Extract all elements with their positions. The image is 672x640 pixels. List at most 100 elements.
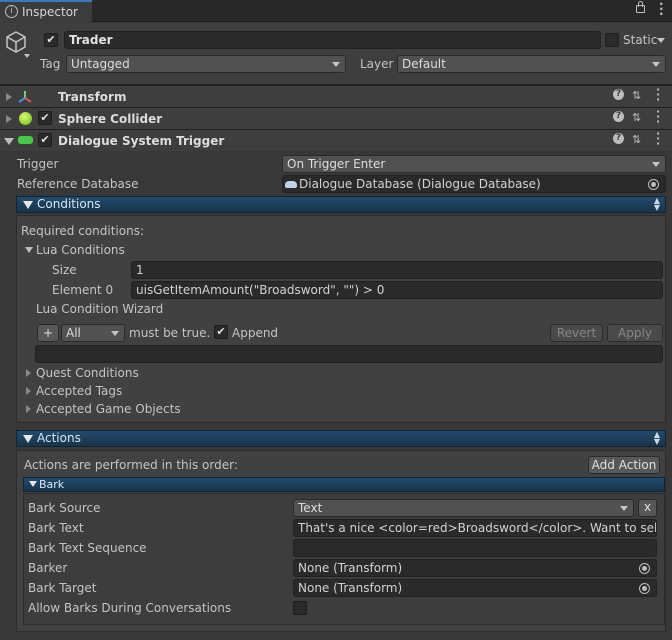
- transform-axes-icon: [18, 91, 32, 103]
- bark-header-label: Bark: [39, 478, 65, 491]
- kebab-menu-icon[interactable]: · · ·: [656, 84, 660, 105]
- barker-label: Barker: [28, 561, 68, 575]
- conditions-section-header[interactable]: Conditions ▲ ▼: [16, 196, 666, 213]
- database-icon: [285, 181, 297, 188]
- component-header-sphere-collider[interactable]: ✔ Sphere Collider ? ⇅ · · ·: [0, 106, 672, 129]
- chevron-down-icon: [111, 331, 119, 336]
- size-field[interactable]: 1: [131, 261, 663, 279]
- kebab-menu-icon[interactable]: · · ·: [656, 106, 660, 127]
- kebab-menu-icon[interactable]: · · ·: [656, 128, 660, 149]
- trigger-value: On Trigger Enter: [287, 157, 386, 171]
- tab-inspector[interactable]: i Inspector: [0, 0, 92, 23]
- bark-target-value: None (Transform): [298, 581, 403, 595]
- chevron-down-icon: [652, 162, 660, 167]
- object-picker-icon[interactable]: [648, 179, 659, 190]
- foldout-expanded-icon: [23, 435, 33, 443]
- barker-field[interactable]: None (Transform): [293, 559, 657, 577]
- lua-conditions-label[interactable]: Lua Conditions: [36, 243, 125, 257]
- tab-bar: [0, 0, 672, 22]
- trigger-dropdown[interactable]: On Trigger Enter: [282, 155, 666, 173]
- foldout-expanded-icon: [23, 201, 33, 209]
- info-icon: i: [5, 5, 18, 18]
- reference-database-value: Dialogue Database (Dialogue Database): [299, 177, 541, 191]
- remove-action-button[interactable]: x: [638, 499, 657, 517]
- icon-dropdown-arrow[interactable]: [24, 54, 30, 58]
- actions-section-header[interactable]: Actions ▲ ▼: [16, 430, 666, 447]
- sort-arrows-icon: ▲ ▼: [653, 196, 660, 212]
- bark-target-field[interactable]: None (Transform): [293, 579, 657, 597]
- actions-section-label: Actions: [37, 431, 81, 445]
- apply-button[interactable]: Apply: [607, 324, 663, 342]
- all-value: All: [66, 326, 81, 340]
- reference-database-label: Reference Database: [17, 177, 139, 191]
- quest-conditions-label[interactable]: Quest Conditions: [36, 366, 139, 380]
- layer-dropdown[interactable]: Default: [397, 55, 666, 73]
- bark-text-sequence-field[interactable]: [293, 539, 657, 557]
- bark-text-field[interactable]: That's a nice <color=red>Broadsword</col…: [293, 519, 657, 537]
- bark-source-label: Bark Source: [28, 501, 101, 515]
- component-enabled-checkbox[interactable]: ✔: [38, 133, 52, 147]
- static-dropdown-arrow[interactable]: [657, 38, 665, 43]
- component-header-transform[interactable]: Transform ? ⇅ · · ·: [0, 84, 672, 107]
- foldout-expanded-icon: [29, 481, 37, 487]
- allow-barks-checkbox[interactable]: [293, 601, 307, 615]
- element-0-field[interactable]: uisGetItemAmount("Broadsword", "") > 0: [131, 281, 663, 299]
- barker-value: None (Transform): [298, 561, 403, 575]
- component-name: Dialogue System Trigger: [58, 134, 225, 148]
- accepted-tags-label[interactable]: Accepted Tags: [36, 384, 122, 398]
- preset-sliders-icon[interactable]: ⇅: [632, 89, 641, 103]
- component-enabled-checkbox[interactable]: ✔: [38, 111, 52, 125]
- foldout-collapsed-icon[interactable]: [26, 387, 31, 395]
- foldout-collapsed-icon[interactable]: [6, 93, 12, 101]
- tag-value: Untagged: [71, 57, 130, 71]
- append-checkbox[interactable]: ✔: [214, 325, 228, 339]
- preset-sliders-icon[interactable]: ⇅: [632, 133, 641, 147]
- foldout-collapsed-icon[interactable]: [26, 369, 31, 377]
- foldout-expanded-icon[interactable]: [25, 247, 33, 253]
- tab-label: Inspector: [22, 5, 78, 19]
- conditions-section-label: Conditions: [37, 197, 101, 211]
- add-action-button[interactable]: Add Action: [588, 456, 660, 474]
- foldout-expanded-icon[interactable]: [4, 138, 14, 145]
- object-picker-icon[interactable]: [639, 563, 650, 574]
- reference-database-field[interactable]: Dialogue Database (Dialogue Database): [282, 175, 666, 193]
- active-checkbox[interactable]: ✔: [44, 33, 58, 47]
- lua-code-preview-field[interactable]: [35, 345, 663, 363]
- preset-sliders-icon[interactable]: ⇅: [632, 111, 641, 125]
- bark-target-label: Bark Target: [28, 581, 97, 595]
- foldout-collapsed-icon[interactable]: [26, 405, 31, 413]
- foldout-collapsed-icon[interactable]: [6, 115, 12, 123]
- bark-header[interactable]: Bark: [23, 477, 665, 492]
- add-condition-button[interactable]: +: [37, 324, 59, 342]
- kebab-menu-icon[interactable]: · · ·: [659, 0, 664, 20]
- gameobject-name-field[interactable]: Trader: [64, 31, 601, 49]
- bark-text-label: Bark Text: [28, 521, 84, 535]
- revert-button[interactable]: Revert: [550, 324, 603, 342]
- all-any-dropdown[interactable]: All: [61, 324, 125, 342]
- bark-source-dropdown[interactable]: Text: [293, 499, 634, 517]
- help-icon[interactable]: ?: [613, 111, 624, 122]
- sphere-collider-icon: [19, 112, 32, 125]
- lua-condition-wizard-label: Lua Condition Wizard: [36, 302, 164, 316]
- allow-barks-label: Allow Barks During Conversations: [28, 601, 232, 615]
- help-icon[interactable]: ?: [613, 89, 624, 100]
- chevron-down-icon: [652, 62, 660, 67]
- element-0-label: Element 0: [52, 283, 114, 297]
- layer-label: Layer: [360, 57, 394, 71]
- help-icon[interactable]: ?: [613, 133, 624, 144]
- component-header-dialogue-system-trigger[interactable]: ✔ Dialogue System Trigger ? ⇅ · · ·: [0, 128, 672, 151]
- component-name: Sphere Collider: [58, 112, 163, 126]
- chevron-down-icon: [620, 506, 628, 511]
- size-label: Size: [52, 263, 77, 277]
- actions-order-label: Actions are performed in this order:: [24, 458, 238, 472]
- layer-value: Default: [402, 57, 446, 71]
- tag-dropdown[interactable]: Untagged: [66, 55, 346, 73]
- tag-label: Tag: [40, 57, 61, 71]
- required-conditions-label: Required conditions:: [21, 224, 144, 238]
- static-label[interactable]: Static: [623, 33, 657, 47]
- static-checkbox[interactable]: [605, 33, 619, 47]
- trigger-label: Trigger: [17, 157, 59, 171]
- object-picker-icon[interactable]: [639, 583, 650, 594]
- cube-icon[interactable]: [5, 30, 27, 54]
- accepted-game-objects-label[interactable]: Accepted Game Objects: [36, 402, 181, 416]
